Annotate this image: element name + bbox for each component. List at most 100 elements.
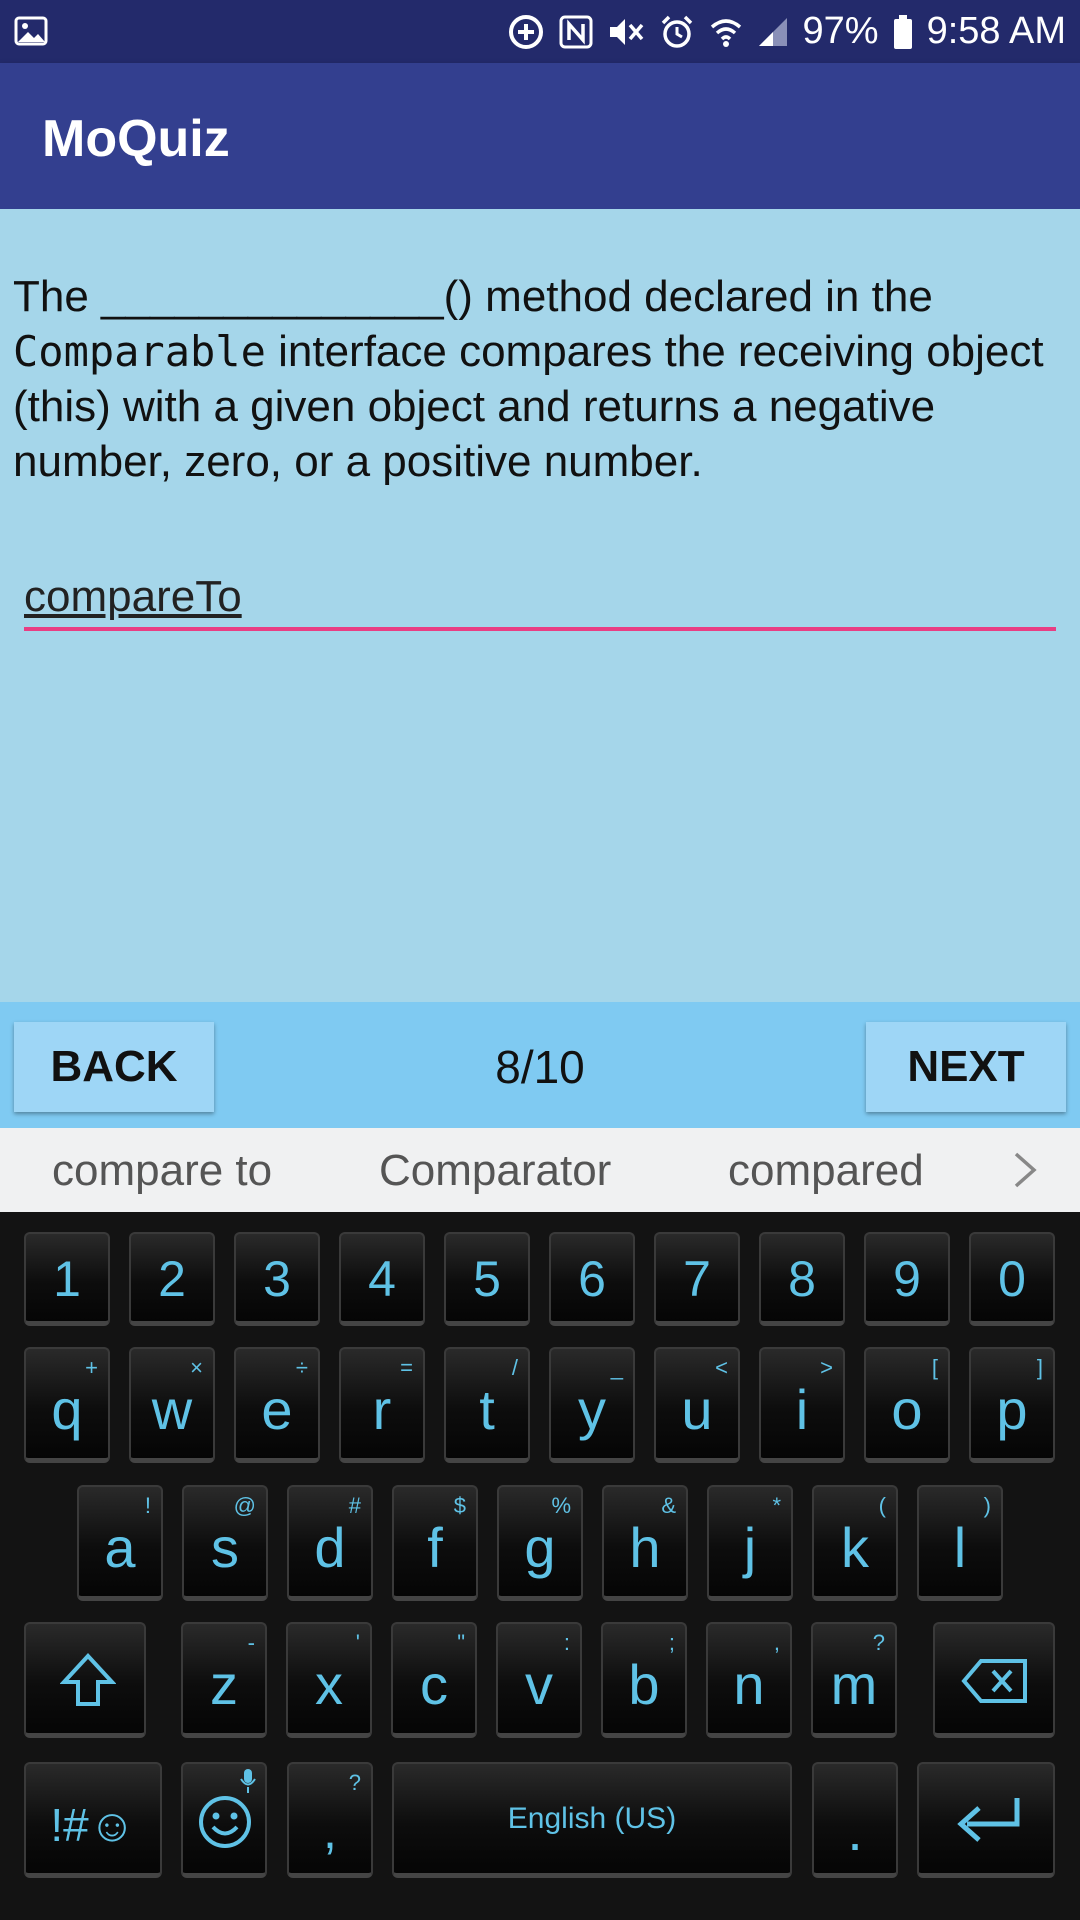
app-bar: MoQuiz (0, 63, 1080, 209)
key-s[interactable]: s @ (182, 1485, 268, 1601)
key-i-secondary: > (820, 1355, 833, 1380)
shift-key[interactable] (24, 1622, 146, 1738)
key-p-secondary: ] (1036, 1355, 1043, 1380)
key-g[interactable]: g% (497, 1485, 583, 1601)
key-6-label: 6 (578, 1251, 606, 1307)
status-bar: 97% 9:58 AM (0, 0, 1080, 63)
key-b[interactable]: b; (601, 1622, 687, 1738)
key-u-label: u (681, 1378, 713, 1441)
key-j[interactable]: j * (707, 1485, 793, 1601)
key-r[interactable]: r = (339, 1347, 425, 1463)
emoji-key[interactable] (181, 1762, 267, 1878)
key-z-label: z (210, 1653, 238, 1716)
key-e[interactable]: e ÷ (234, 1347, 320, 1463)
key-m[interactable]: m? (811, 1622, 897, 1738)
key-8-label: 8 (788, 1251, 816, 1307)
key-l-secondary: ) (983, 1493, 991, 1518)
suggestion-1[interactable]: compare to (52, 1146, 272, 1196)
key-j-secondary: * (772, 1493, 781, 1518)
back-button[interactable]: BACK (14, 1022, 214, 1112)
alarm-icon (659, 14, 695, 50)
key-r-secondary: = (400, 1355, 413, 1380)
key-w[interactable]: w × (129, 1347, 215, 1463)
key-3[interactable]: 3 (234, 1232, 320, 1326)
key-b-label: b (628, 1653, 660, 1716)
next-button[interactable]: NEXT (866, 1022, 1066, 1112)
key-t-label: t (479, 1378, 495, 1441)
key-4[interactable]: 4 (339, 1232, 425, 1326)
comma-secondary: ? (348, 1770, 361, 1795)
key-v[interactable]: v: (496, 1622, 582, 1738)
key-a[interactable]: a! (77, 1485, 163, 1601)
answer-input[interactable] (24, 567, 1056, 631)
image-icon (14, 14, 48, 53)
key-n[interactable]: n, (706, 1622, 792, 1738)
key-a-label: a (104, 1516, 136, 1579)
key-6[interactable]: 6 (549, 1232, 635, 1326)
key-z[interactable]: z- (181, 1622, 267, 1738)
key-o-label: o (891, 1378, 923, 1441)
key-9-label: 9 (893, 1251, 921, 1307)
keyboard: 1 2 3 4 5 6 7 8 9 0 q + w × e ÷ r = t / y _ u < i > o[p] a! s @ d # f $ g%… (0, 1212, 1080, 1920)
key-u-secondary: < (715, 1355, 728, 1380)
key-5[interactable]: 5 (444, 1232, 530, 1326)
chevron-right-icon[interactable] (1010, 1148, 1040, 1197)
key-c[interactable]: c " (391, 1622, 477, 1738)
symbols-key[interactable]: !#☺ (24, 1762, 162, 1878)
key-x-label: x (315, 1653, 343, 1716)
battery-text: 97% (802, 10, 879, 52)
key-d[interactable]: d # (287, 1485, 373, 1601)
key-y[interactable]: y _ (549, 1347, 635, 1463)
key-d-secondary: # (348, 1493, 361, 1518)
key-l-label: l (953, 1516, 967, 1579)
key-q[interactable]: q + (24, 1347, 110, 1463)
suggestion-bar: compare to Comparator compared (0, 1128, 1080, 1212)
key-x-secondary: ' (355, 1630, 360, 1655)
key-h-secondary: & (661, 1493, 676, 1518)
key-i[interactable]: i > (759, 1347, 845, 1463)
key-u[interactable]: u < (654, 1347, 740, 1463)
key-2[interactable]: 2 (129, 1232, 215, 1326)
key-t[interactable]: t / (444, 1347, 530, 1463)
key-o[interactable]: o[ (864, 1347, 950, 1463)
key-v-label: v (525, 1653, 553, 1716)
question-after-blank: () method declared in the (443, 272, 933, 321)
question-text: The ______________() method declared in … (13, 269, 1063, 489)
navigation-bar: BACK 8/10 NEXT (0, 1002, 1080, 1128)
key-t-secondary: / (511, 1355, 518, 1380)
enter-key[interactable] (917, 1762, 1055, 1878)
key-0-label: 0 (998, 1251, 1026, 1307)
question-blank: ______________ (101, 272, 444, 321)
key-d-label: d (314, 1516, 346, 1579)
key-p[interactable]: p] (969, 1347, 1055, 1463)
key-k[interactable]: k( (812, 1485, 898, 1601)
key-s-secondary: @ (233, 1493, 256, 1518)
key-8[interactable]: 8 (759, 1232, 845, 1326)
key-9[interactable]: 9 (864, 1232, 950, 1326)
mute-icon (607, 15, 645, 49)
key-x[interactable]: x ' (286, 1622, 372, 1738)
key-e-label: e (261, 1378, 293, 1441)
backspace-key[interactable] (933, 1622, 1055, 1738)
comma-key[interactable]: , ? (287, 1762, 373, 1878)
key-o-secondary: [ (931, 1355, 938, 1380)
question-code: Comparable (13, 327, 266, 376)
key-f-label: f (427, 1516, 443, 1579)
key-r-label: r (372, 1378, 392, 1441)
space-key[interactable]: English (US) (392, 1762, 792, 1878)
suggestion-2[interactable]: Comparator (379, 1146, 611, 1196)
key-g-secondary: % (551, 1493, 571, 1518)
key-h[interactable]: h & (602, 1485, 688, 1601)
suggestion-3[interactable]: compared (728, 1146, 924, 1196)
key-0[interactable]: 0 (969, 1232, 1055, 1326)
key-1[interactable]: 1 (24, 1232, 110, 1326)
period-key[interactable]: . (812, 1762, 898, 1878)
symbols-label: !#☺ (50, 1799, 136, 1851)
key-e-secondary: ÷ (295, 1355, 308, 1380)
progress-indicator: 8/10 (495, 1041, 585, 1093)
key-5-label: 5 (473, 1251, 501, 1307)
key-2-label: 2 (158, 1251, 186, 1307)
key-f[interactable]: f $ (392, 1485, 478, 1601)
key-l[interactable]: l) (917, 1485, 1003, 1601)
key-7[interactable]: 7 (654, 1232, 740, 1326)
